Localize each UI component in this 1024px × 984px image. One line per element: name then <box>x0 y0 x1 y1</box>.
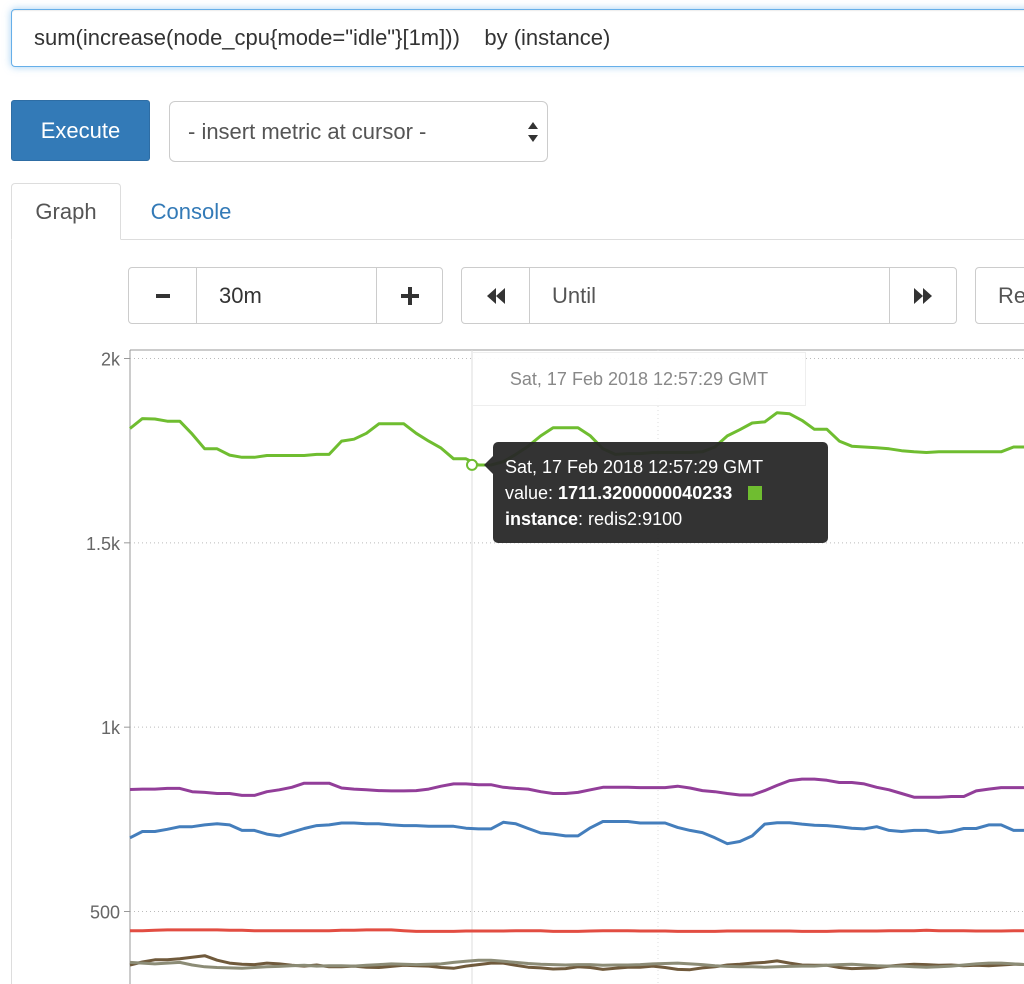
tab-graph[interactable]: Graph <box>11 183 121 240</box>
range-input[interactable]: 30m <box>196 267 377 324</box>
marker-layer <box>466 458 478 471</box>
execute-button[interactable]: Execute <box>11 100 150 161</box>
tab-console[interactable]: Console <box>121 183 261 240</box>
tooltip-value: 1711.3200000040233 <box>558 483 733 503</box>
series-line-1 <box>129 777 1024 799</box>
tooltip-time: Sat, 17 Feb 2018 12:57:29 GMT <box>505 457 764 477</box>
range-increase-button[interactable] <box>376 267 443 324</box>
time-back-button[interactable] <box>461 267 530 324</box>
tooltip-instance-key: instance <box>505 509 579 529</box>
insert-metric-select[interactable]: - insert metric at cursor - <box>169 101 548 162</box>
hover-point-marker <box>466 458 478 471</box>
fast-forward-icon <box>914 287 932 304</box>
y-tick-label: 1k <box>101 718 121 738</box>
minus-icon <box>155 293 170 298</box>
series-tooltip: Sat, 17 Feb 2018 12:57:29 GMT value: 171… <box>484 442 828 543</box>
graph-chart: 2k 1.5k 1k 500 <box>86 349 1024 984</box>
hover-time-label: Sat, 17 Feb 2018 12:57:29 GMT <box>472 352 806 406</box>
y-tick-label: 500 <box>90 903 120 923</box>
y-tick-label: 2k <box>101 350 121 370</box>
tooltip-value-key: value <box>505 483 549 503</box>
tooltip-instance: redis2:9100 <box>588 509 683 529</box>
tooltip-value-row: value: 1711.3200000040233 <box>505 480 816 506</box>
time-forward-button[interactable] <box>889 267 957 324</box>
tooltip-arrow <box>484 456 493 474</box>
y-tick-label: 1.5k <box>86 534 121 554</box>
resolution-input[interactable]: Re <box>975 267 1024 324</box>
until-input[interactable]: Until <box>529 267 890 324</box>
tooltip-instance-row: instance: redis2:9100 <box>505 509 683 529</box>
range-decrease-button[interactable] <box>128 267 197 324</box>
y-axis: 2k 1.5k 1k 500 <box>86 350 130 923</box>
plus-icon <box>400 286 419 305</box>
series-line-2 <box>129 820 1024 846</box>
fast-backward-icon <box>486 287 505 304</box>
select-arrows-icon <box>528 122 538 142</box>
series-color-swatch <box>748 486 763 500</box>
series-line-3 <box>130 928 1024 933</box>
insert-metric-select-value: - insert metric at cursor - <box>188 118 427 144</box>
expression-input[interactable] <box>11 9 1024 67</box>
